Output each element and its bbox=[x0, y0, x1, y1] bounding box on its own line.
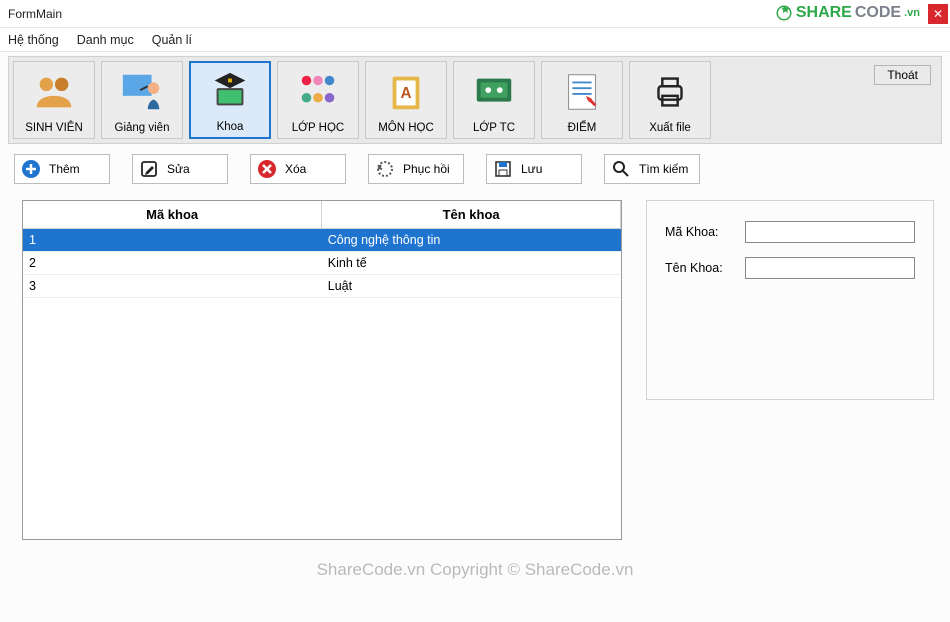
plus-icon bbox=[21, 159, 41, 179]
detail-form: Mã Khoa: Tên Khoa: bbox=[646, 200, 934, 400]
table-row[interactable]: 3Luật bbox=[23, 275, 621, 298]
action-plus[interactable]: Thêm bbox=[14, 154, 110, 184]
ribbon-label: Giảng viên bbox=[115, 122, 170, 134]
action-search[interactable]: Tìm kiếm bbox=[604, 154, 700, 184]
action-restore[interactable]: Phục hồi bbox=[368, 154, 464, 184]
search-icon bbox=[611, 159, 631, 179]
ribbon-label: LỚP TC bbox=[473, 122, 515, 134]
teacher-icon bbox=[119, 62, 165, 122]
table-row[interactable]: 2Kinh tế bbox=[23, 252, 621, 275]
ribbon-label: MÔN HỌC bbox=[378, 122, 434, 134]
action-bar: Thêm Sửa Xóa Phục hồi Lưu Tìm kiếm bbox=[0, 150, 950, 194]
class-icon bbox=[295, 62, 341, 122]
data-grid[interactable]: Mã khoa Tên khoa 1Công nghệ thông tin2Ki… bbox=[22, 200, 622, 540]
action-label: Tìm kiếm bbox=[639, 162, 688, 176]
cell-ten: Công nghệ thông tin bbox=[322, 229, 621, 252]
ribbon-scoresheet[interactable]: ĐIỂM bbox=[541, 61, 623, 139]
table-row[interactable]: 1Công nghệ thông tin bbox=[23, 229, 621, 252]
footer-watermark: ShareCode.vn Copyright © ShareCode.vn bbox=[0, 560, 950, 580]
action-label: Lưu bbox=[521, 162, 542, 176]
action-label: Sửa bbox=[167, 162, 190, 176]
ribbon-teacher[interactable]: Giảng viên bbox=[101, 61, 183, 139]
svg-text:A: A bbox=[400, 85, 411, 102]
ribbon-graduation[interactable]: Khoa bbox=[189, 61, 271, 139]
ribbon-board[interactable]: LỚP TC bbox=[453, 61, 535, 139]
ribbon-toolbar: SINH VIÊN Giảng viên Khoa LỚP HỌC A MÔN HỌC LỚ… bbox=[8, 56, 942, 144]
save-icon bbox=[493, 159, 513, 179]
menu-category[interactable]: Danh mục bbox=[77, 33, 134, 47]
field-label-1: Tên Khoa: bbox=[665, 261, 745, 275]
graduation-icon bbox=[207, 63, 253, 121]
action-edit[interactable]: Sửa bbox=[132, 154, 228, 184]
field-label-0: Mã Khoa: bbox=[665, 225, 745, 239]
ribbon-label: Khoa bbox=[217, 121, 244, 133]
field-input-1[interactable] bbox=[745, 257, 915, 279]
students-icon bbox=[31, 62, 77, 122]
remove-icon bbox=[257, 159, 277, 179]
menu-system[interactable]: Hệ thống bbox=[8, 33, 59, 47]
action-label: Xóa bbox=[285, 162, 306, 176]
action-label: Phục hồi bbox=[403, 162, 450, 176]
action-save[interactable]: Lưu bbox=[486, 154, 582, 184]
ribbon-printer[interactable]: Xuất file bbox=[629, 61, 711, 139]
book-icon: A bbox=[383, 62, 429, 122]
ribbon-label: ĐIỂM bbox=[568, 122, 597, 134]
ribbon-students[interactable]: SINH VIÊN bbox=[13, 61, 95, 139]
ribbon-book[interactable]: A MÔN HỌC bbox=[365, 61, 447, 139]
ribbon-class[interactable]: LỚP HỌC bbox=[277, 61, 359, 139]
cell-ma: 3 bbox=[23, 275, 322, 298]
cell-ten: Luật bbox=[322, 275, 621, 298]
col-ma-khoa[interactable]: Mã khoa bbox=[23, 201, 322, 229]
cell-ma: 1 bbox=[23, 229, 322, 252]
window-title: FormMain bbox=[8, 7, 62, 21]
col-ten-khoa[interactable]: Tên khoa bbox=[322, 201, 621, 229]
ribbon-label: Xuất file bbox=[649, 122, 691, 134]
ribbon-label: SINH VIÊN bbox=[25, 122, 83, 134]
edit-icon bbox=[139, 159, 159, 179]
scoresheet-icon bbox=[559, 62, 605, 122]
menubar: Hệ thống Danh mục Quản lí bbox=[0, 28, 950, 52]
action-label: Thêm bbox=[49, 162, 80, 176]
cell-ma: 2 bbox=[23, 252, 322, 275]
printer-icon bbox=[647, 62, 693, 122]
menu-manage[interactable]: Quản lí bbox=[152, 33, 192, 47]
board-icon bbox=[471, 62, 517, 122]
action-remove[interactable]: Xóa bbox=[250, 154, 346, 184]
restore-icon bbox=[375, 159, 395, 179]
cell-ten: Kinh tế bbox=[322, 252, 621, 275]
exit-button[interactable]: Thoát bbox=[874, 65, 931, 85]
close-button[interactable]: ✕ bbox=[928, 4, 948, 24]
ribbon-label: LỚP HỌC bbox=[292, 122, 344, 134]
field-input-0[interactable] bbox=[745, 221, 915, 243]
